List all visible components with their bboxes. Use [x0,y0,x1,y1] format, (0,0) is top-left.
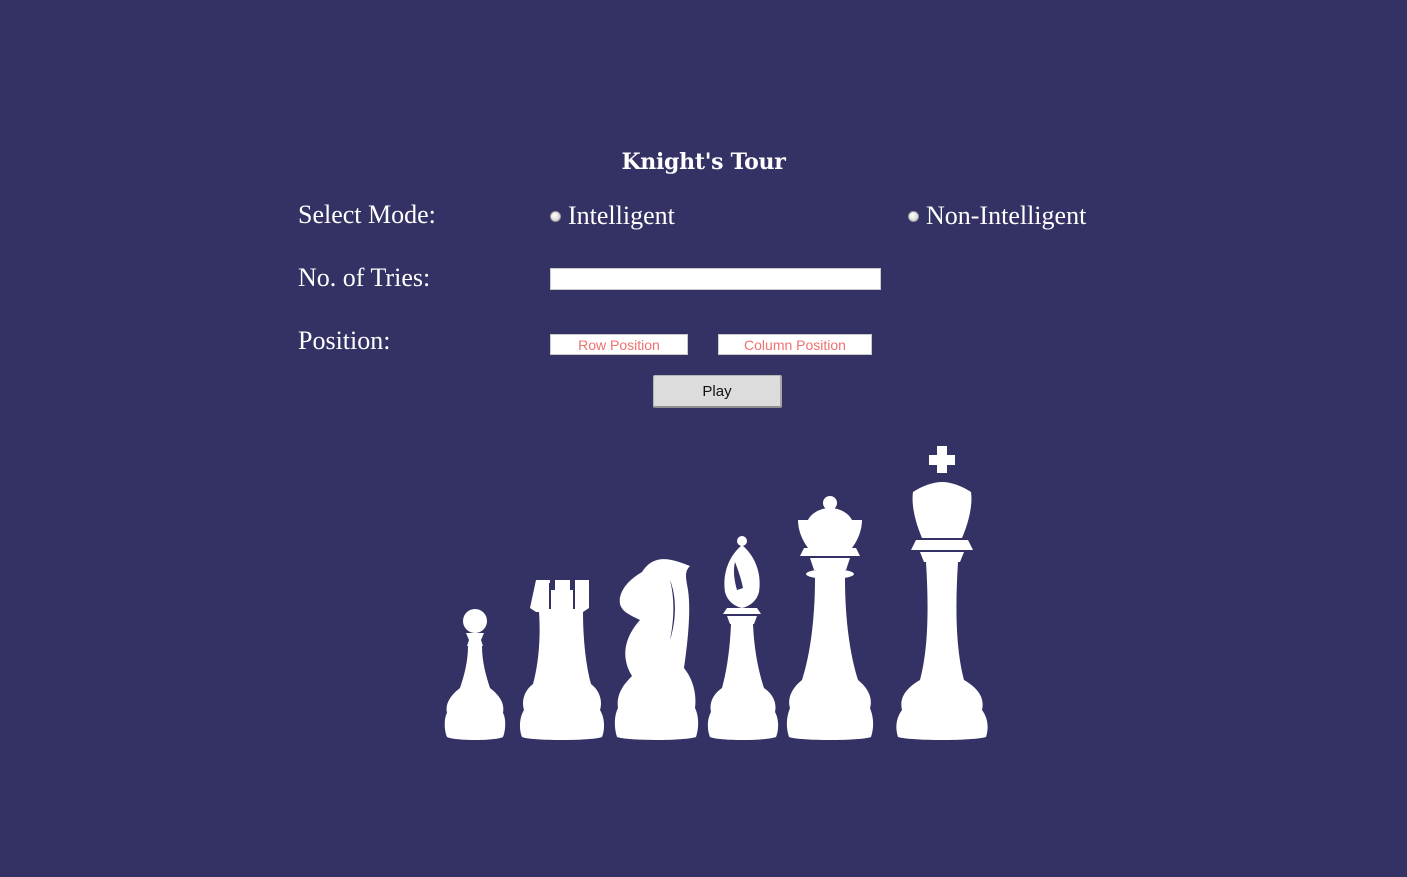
non-intelligent-radio-button[interactable] [908,210,919,222]
pawn-icon [444,609,506,740]
king-icon [896,446,988,740]
intelligent-radio-label[interactable]: Intelligent [568,201,675,231]
knight-icon [614,559,699,740]
rook-icon [519,580,605,740]
page-title: Knight's Tour [621,149,786,175]
non-intelligent-radio-label[interactable]: Non-Intelligent [926,201,1086,231]
non-intelligent-radio[interactable]: Non-Intelligent [908,201,1086,231]
chess-pieces-illustration [444,446,988,740]
intelligent-radio[interactable]: Intelligent [550,201,675,231]
bishop-icon [707,536,779,740]
play-button[interactable]: Play [653,375,782,408]
tries-label: No. of Tries: [298,263,431,292]
row-position-input[interactable] [550,334,688,355]
position-label: Position: [298,326,391,355]
tries-input[interactable] [550,268,881,290]
queen-icon [786,496,874,740]
intelligent-radio-button[interactable] [550,210,561,222]
column-position-input[interactable] [718,334,872,355]
select-mode-label: Select Mode: [298,200,436,229]
